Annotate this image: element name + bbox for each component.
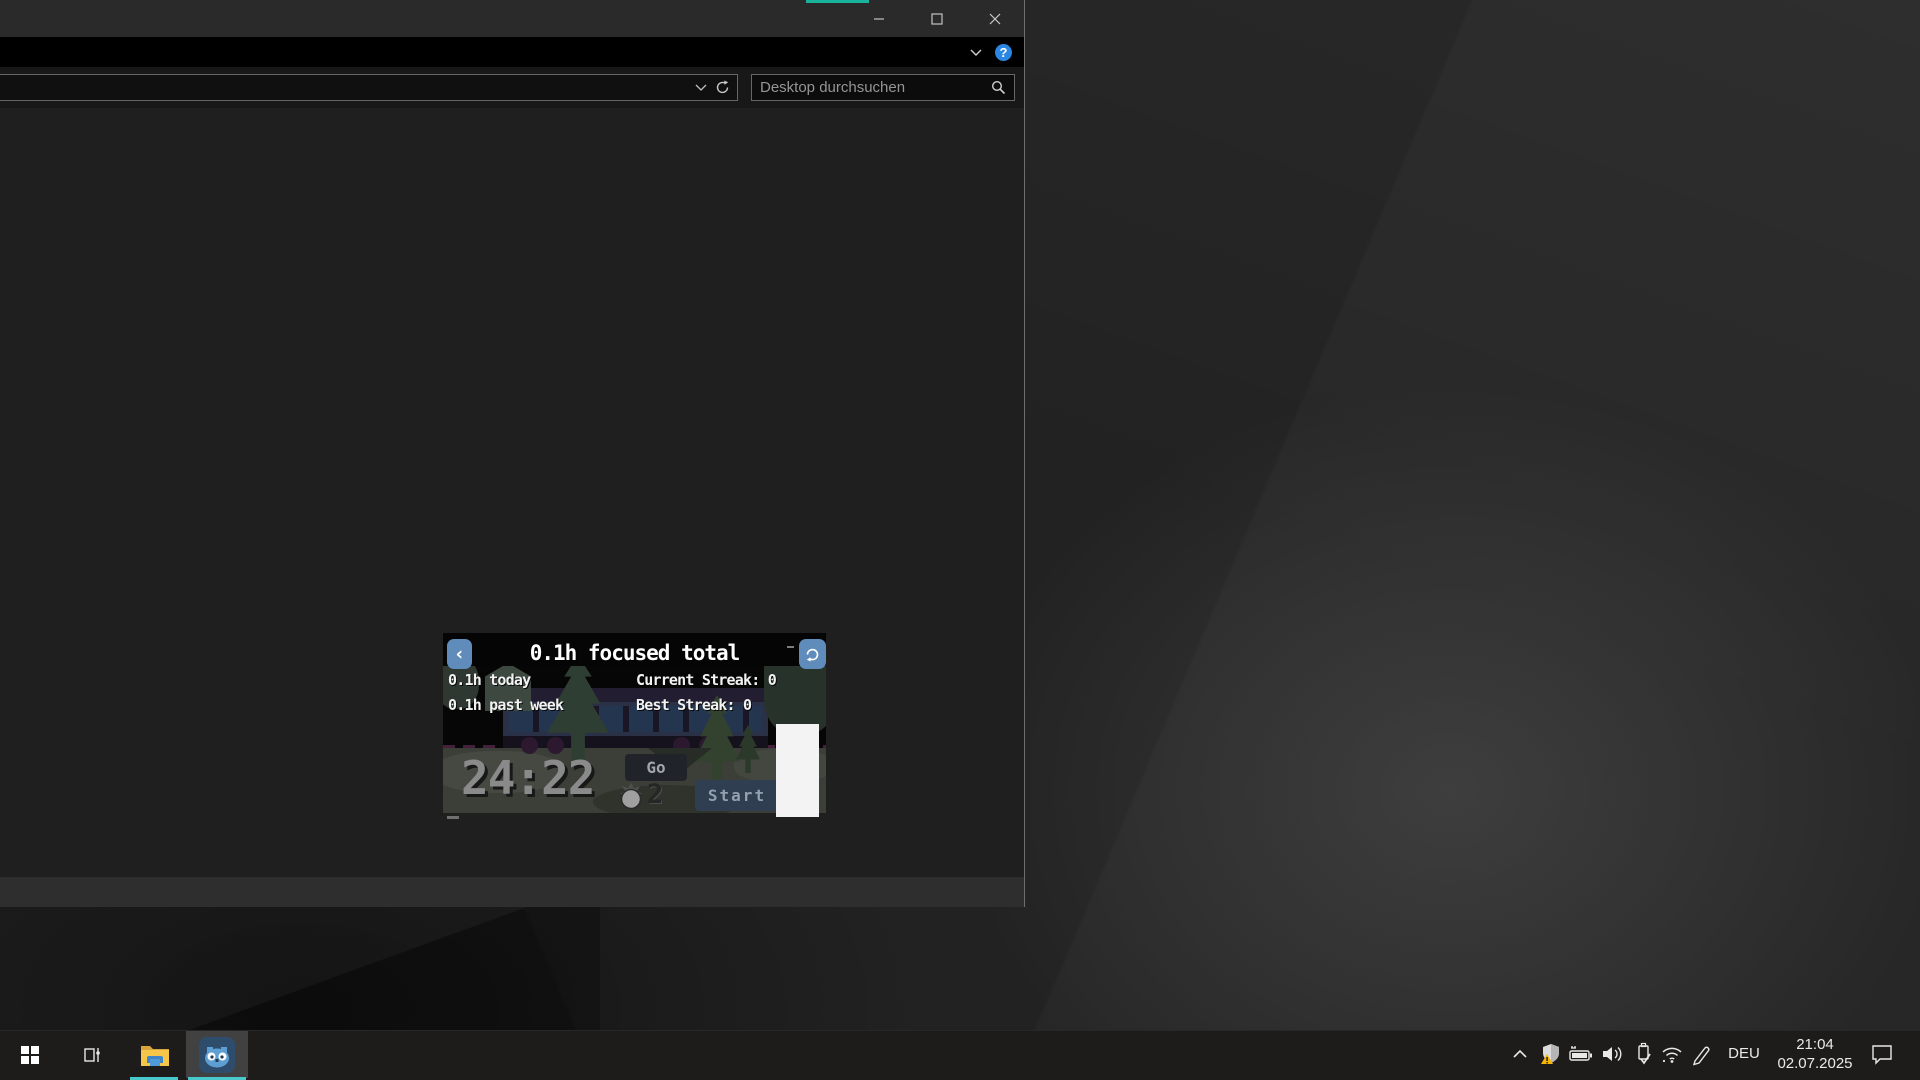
stat-current-streak: Current Streak: 0 (636, 671, 776, 689)
help-button[interactable]: ? (995, 44, 1012, 61)
tray-usb-button[interactable] (1630, 1030, 1656, 1077)
window-controls (850, 0, 1024, 37)
security-shield-warning-icon (1539, 1042, 1563, 1066)
search-icon[interactable] (991, 80, 1006, 95)
search-input[interactable] (752, 79, 991, 96)
task-view-icon (81, 1044, 103, 1066)
stat-past-week: 0.1h past week (448, 696, 563, 714)
taskbar-clock[interactable]: 21:04 02.07.2025 (1768, 1030, 1862, 1077)
close-button[interactable] (966, 0, 1024, 37)
go-button[interactable]: Go (625, 754, 687, 781)
minimize-icon (873, 13, 885, 25)
help-icon: ? (1000, 45, 1008, 60)
close-icon (989, 13, 1001, 25)
battery-charging-icon (1567, 1043, 1593, 1065)
titlebar[interactable] (0, 0, 1024, 37)
clock-date: 02.07.2025 (1777, 1054, 1852, 1073)
usb-device-icon (1631, 1042, 1655, 1066)
widget-under-dash (447, 816, 459, 819)
pomodoro-widget: ‹ 0.1h focused total 0.1h today Current … (443, 633, 826, 813)
stat-best-streak: Best Streak: 0 (636, 696, 751, 714)
search-box (751, 74, 1015, 101)
timer-display: 24:22 (461, 751, 594, 805)
maximize-button[interactable] (908, 0, 966, 37)
action-center-button[interactable] (1862, 1030, 1902, 1077)
task-view-button[interactable] (62, 1031, 122, 1078)
pomodoro-count: 2 (647, 779, 663, 810)
widget-popup (776, 724, 819, 817)
godot-app-taskbar-button[interactable] (186, 1031, 248, 1078)
reset-icon (805, 647, 820, 662)
address-dropdown-chevron-icon[interactable] (695, 84, 707, 92)
widget-title: 0.1h focused total (443, 641, 826, 665)
tray-security-button[interactable] (1538, 1030, 1564, 1077)
address-row (0, 67, 1024, 108)
windows-logo-icon (21, 1046, 39, 1064)
clock-time: 21:04 (1796, 1035, 1834, 1054)
ribbon-bar: ? (0, 37, 1024, 67)
tray-volume-button[interactable] (1598, 1030, 1626, 1077)
desktop: ? (0, 0, 1920, 1080)
accent-strip (806, 0, 869, 3)
widget-dash (787, 646, 794, 648)
maximize-icon (931, 13, 943, 25)
tray-battery-button[interactable] (1566, 1030, 1594, 1077)
chevron-up-icon (1511, 1047, 1529, 1061)
tray-show-hidden-icons-button[interactable] (1508, 1030, 1532, 1077)
language-indicator[interactable]: DEU (1722, 1030, 1766, 1077)
start-button-taskbar[interactable] (0, 1031, 60, 1078)
language-code: DEU (1728, 1045, 1760, 1062)
expand-ribbon-chevron-icon[interactable] (969, 48, 983, 57)
stat-today: 0.1h today (448, 671, 530, 689)
refresh-icon[interactable] (715, 80, 730, 95)
minimize-button[interactable] (850, 0, 908, 37)
address-bar[interactable] (0, 74, 738, 101)
godot-app-icon (199, 1037, 235, 1073)
tray-pen-button[interactable] (1688, 1030, 1716, 1077)
explorer-window: ? (0, 0, 1025, 907)
file-explorer-taskbar-button[interactable] (124, 1031, 186, 1078)
action-center-icon (1870, 1043, 1894, 1065)
speaker-icon (1599, 1043, 1625, 1065)
file-explorer-icon (139, 1042, 171, 1068)
tray-network-button[interactable] (1658, 1030, 1686, 1077)
start-button[interactable]: Start (695, 780, 779, 811)
widget-reset-button[interactable] (799, 639, 826, 669)
status-bar (0, 877, 1024, 907)
pen-icon (1689, 1042, 1715, 1066)
tomato-icon (617, 782, 645, 810)
wifi-icon (1659, 1043, 1685, 1065)
